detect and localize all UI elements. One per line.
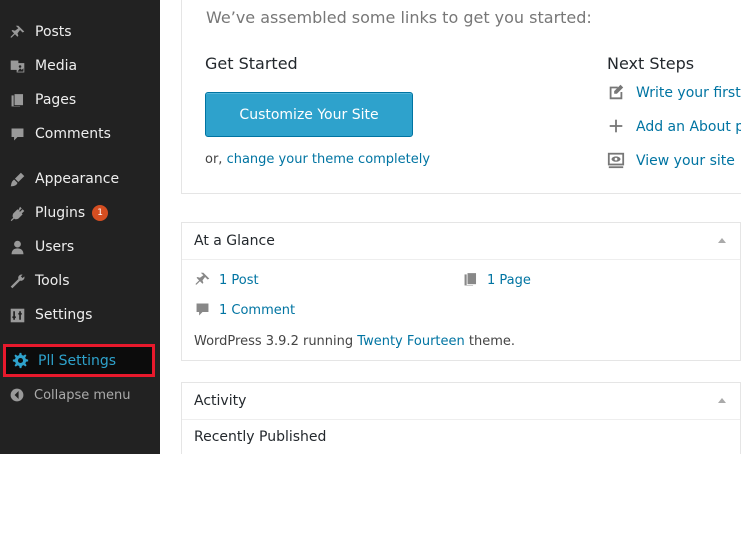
sidebar-item-label: Plugins xyxy=(35,205,86,221)
sidebar-item-label: Media xyxy=(35,58,78,74)
collapse-arrow-icon xyxy=(9,387,25,403)
version-prefix: WordPress 3.9.2 running xyxy=(194,334,358,349)
comments-count-link[interactable]: 1 Comment xyxy=(219,303,295,318)
sidebar-item-users[interactable]: Users xyxy=(0,230,160,264)
next-steps-heading: Next Steps xyxy=(607,54,695,73)
glance-pages[interactable]: 1 Page xyxy=(462,271,531,289)
plugin-icon xyxy=(8,204,26,222)
add-about-page-link[interactable]: Add an About p xyxy=(636,119,741,135)
at-a-glance-widget: At a Glance 1 Post 1 Page 1 Comment Word… xyxy=(181,222,741,361)
view-site-link[interactable]: View your site xyxy=(636,153,735,169)
pushpin-icon xyxy=(8,23,26,41)
media-icon xyxy=(8,57,26,75)
pages-count-link[interactable]: 1 Page xyxy=(487,273,531,288)
sidebar-item-label: Settings xyxy=(35,307,93,323)
theme-link[interactable]: Twenty Fourteen xyxy=(357,334,464,349)
welcome-intro: We’ve assembled some links to get you st… xyxy=(206,8,592,27)
collapse-menu-label: Collapse menu xyxy=(34,387,131,403)
widget-title: Activity xyxy=(194,393,247,409)
sidebar-item-media[interactable]: Media xyxy=(0,49,160,83)
pages-icon xyxy=(8,91,26,109)
sidebar-item-label: Posts xyxy=(35,24,72,40)
edit-icon xyxy=(607,83,627,103)
next-step-add-about[interactable]: Add an About p xyxy=(607,117,741,137)
get-started-heading: Get Started xyxy=(205,54,298,73)
posts-count-link[interactable]: 1 Post xyxy=(219,273,259,288)
sidebar-item-label: Appearance xyxy=(35,171,120,187)
sidebar-item-tools[interactable]: Tools xyxy=(0,264,160,298)
or-prefix: or, xyxy=(205,152,227,167)
admin-sidebar: Posts Media Pages Comments Appearance Pl… xyxy=(0,0,160,454)
pushpin-icon xyxy=(194,271,212,289)
settings-sliders-icon xyxy=(8,306,26,324)
sidebar-item-label: Pages xyxy=(35,92,77,108)
customize-site-button[interactable]: Customize Your Site xyxy=(205,92,413,137)
wrench-icon xyxy=(8,272,26,290)
sidebar-item-label: Comments xyxy=(35,126,111,142)
gear-icon xyxy=(11,352,29,370)
widget-header: Activity xyxy=(182,383,740,420)
toggle-arrow-icon[interactable] xyxy=(718,238,726,243)
welcome-panel: We’ve assembled some links to get you st… xyxy=(181,0,741,194)
sidebar-item-posts[interactable]: Posts xyxy=(0,15,160,49)
sidebar-item-comments[interactable]: Comments xyxy=(0,117,160,151)
sidebar-item-pll-settings[interactable]: Pll Settings xyxy=(3,344,155,377)
sidebar-item-appearance[interactable]: Appearance xyxy=(0,162,160,196)
collapse-menu-button[interactable]: Collapse menu xyxy=(0,386,160,404)
plus-icon xyxy=(607,117,627,137)
view-site-icon xyxy=(607,151,627,171)
sidebar-item-settings[interactable]: Settings xyxy=(0,298,160,332)
user-icon xyxy=(8,238,26,256)
comment-icon xyxy=(8,125,26,143)
glance-posts[interactable]: 1 Post xyxy=(194,271,259,289)
blank-area xyxy=(0,454,741,535)
plugin-update-badge: 1 xyxy=(92,205,109,221)
glance-comments[interactable]: 1 Comment xyxy=(194,301,295,319)
sidebar-item-label: Users xyxy=(35,239,75,255)
comment-icon xyxy=(194,301,212,319)
change-theme-link[interactable]: change your theme completely xyxy=(227,152,431,167)
next-step-write-post[interactable]: Write your first xyxy=(607,83,741,103)
sidebar-item-label: Pll Settings xyxy=(38,352,117,369)
next-step-view-site[interactable]: View your site xyxy=(607,151,735,171)
recently-published-heading: Recently Published xyxy=(194,429,327,445)
version-suffix: theme. xyxy=(464,334,516,349)
sidebar-item-plugins[interactable]: Plugins 1 xyxy=(0,196,160,230)
write-first-post-link[interactable]: Write your first xyxy=(636,85,741,101)
widget-title: At a Glance xyxy=(194,233,275,249)
wordpress-version-text: WordPress 3.9.2 running Twenty Fourteen … xyxy=(194,334,515,349)
pages-icon xyxy=(462,271,480,289)
widget-header: At a Glance xyxy=(182,223,740,260)
sidebar-item-pages[interactable]: Pages xyxy=(0,83,160,117)
toggle-arrow-icon[interactable] xyxy=(718,398,726,403)
paintbrush-icon xyxy=(8,170,26,188)
change-theme-line: or, change your theme completely xyxy=(205,152,430,167)
sidebar-item-label: Tools xyxy=(35,273,70,289)
